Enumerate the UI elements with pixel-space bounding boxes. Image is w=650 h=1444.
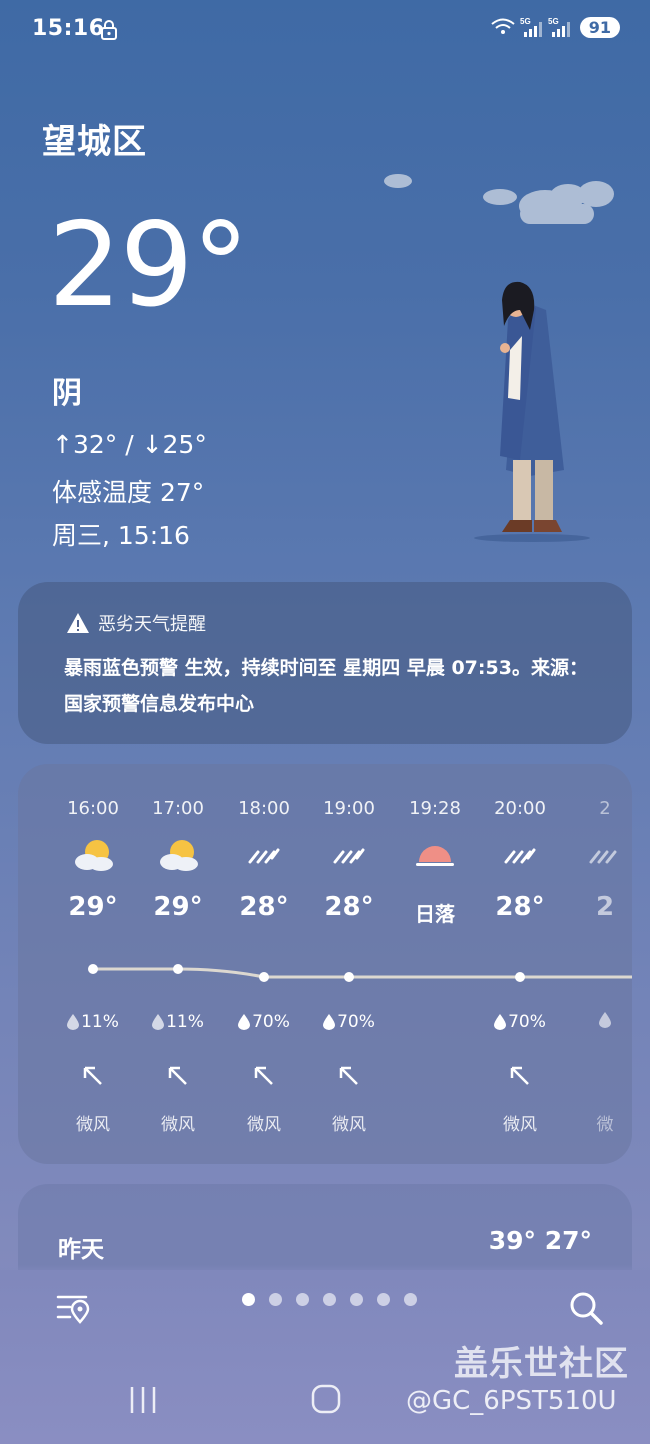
hour-time: 17:00 (152, 798, 204, 819)
high-low-temperature: ↑32° / ↓25° (52, 430, 207, 459)
weather-illustration (384, 174, 614, 542)
wind-direction-icon (168, 1066, 187, 1085)
alert-text: 暴雨蓝色预警 生效，持续时间至 星期四 早晨 07:53。来源：国家预警信息发布… (64, 657, 588, 715)
signal-5g-icon: 5G (520, 17, 542, 37)
hour-time: 2 (599, 798, 611, 819)
weather-alert-card[interactable]: 恶劣天气提醒 暴雨蓝色预警 生效，持续时间至 星期四 早晨 07:53。来源：国… (18, 582, 632, 744)
hour-temperature: 29° (68, 892, 118, 922)
svg-text:5G: 5G (548, 17, 559, 26)
page-dot[interactable] (350, 1293, 363, 1306)
person-illustration (500, 281, 564, 532)
hour-time: 19:28 (409, 798, 461, 819)
sunset-label: 日落 (415, 902, 455, 926)
location-list-icon[interactable] (56, 1292, 92, 1324)
raindrop-icon (238, 1014, 251, 1030)
hour-precipitation: 70% (306, 1012, 392, 1032)
hour-precipitation: 11% (50, 1012, 136, 1032)
watermark-text: 盖乐世社区 (454, 1344, 629, 1384)
sunset-icon (416, 846, 454, 866)
rain-icon (504, 848, 536, 864)
precipitation-value: 70% (508, 1012, 546, 1032)
hour-time: 16:00 (67, 798, 119, 819)
hour-time: 19:00 (323, 798, 375, 819)
hour-time: 18:00 (238, 798, 290, 819)
wind-direction-icon (254, 1066, 273, 1085)
precipitation-value: 11% (166, 1012, 204, 1032)
precipitation-value: 11% (81, 1012, 119, 1032)
current-temperature: 29° (48, 198, 250, 333)
hour-time: 20:00 (494, 798, 546, 819)
raindrop-icon (494, 1014, 507, 1030)
hour-wind: 微风 (247, 1115, 281, 1135)
wifi-icon (491, 18, 515, 34)
raindrop-icon (599, 1012, 611, 1028)
wind-direction-icon (83, 1066, 102, 1085)
hour-temperature: 2 (595, 892, 615, 922)
sun-cloud-icon (75, 840, 113, 871)
raindrop-icon (323, 1014, 336, 1030)
current-datetime: 周三, 15:16 (52, 521, 190, 550)
battery-indicator: 91 (579, 16, 620, 38)
search-icon[interactable] (568, 1290, 604, 1326)
raindrop-icon (152, 1014, 165, 1030)
yesterday-temperatures: 39° 27° (488, 1226, 592, 1255)
svg-text:5G: 5G (520, 17, 531, 26)
hour-temperature: 28° (324, 892, 374, 922)
hour-wind: 微 (596, 1115, 614, 1135)
weather-condition: 阴 (52, 376, 82, 411)
hour-wind: 微风 (161, 1115, 195, 1135)
alert-title: 恶劣天气提醒 (98, 614, 206, 635)
hour-temperature: 28° (239, 892, 289, 922)
hour-precipitation (562, 1012, 632, 1028)
hour-wind: 微风 (76, 1115, 110, 1135)
home-button[interactable] (311, 1384, 341, 1414)
hour-wind: 微风 (332, 1115, 366, 1135)
yesterday-label: 昨天 (58, 1237, 104, 1263)
rain-icon (248, 848, 280, 864)
feels-like-temperature: 体感温度 27° (52, 478, 205, 507)
hour-precipitation: 70% (221, 1012, 307, 1032)
page-dot[interactable] (323, 1293, 336, 1306)
wind-direction-icon (510, 1066, 529, 1085)
status-icons: 5G 5G 91 (490, 16, 620, 38)
recent-apps-button[interactable] (128, 1385, 158, 1415)
page-dot[interactable] (269, 1293, 282, 1306)
hourly-forecast-card[interactable]: 16:00 29° 11% 微风 17:00 29° 11% 微风 18:00 … (18, 764, 632, 1164)
precipitation-value: 70% (337, 1012, 375, 1032)
temperature-curve (88, 964, 632, 982)
precipitation-value: 70% (252, 1012, 290, 1032)
cloud-icon (384, 174, 614, 224)
page-dot[interactable] (242, 1293, 255, 1306)
page-dot[interactable] (377, 1293, 390, 1306)
signal-5g-icon-2: 5G (548, 17, 570, 37)
hour-precipitation: 70% (477, 1012, 563, 1032)
page-indicator[interactable] (242, 1293, 417, 1306)
hour-temperature: 28° (495, 892, 545, 922)
rain-icon (333, 848, 365, 864)
page-dot[interactable] (296, 1293, 309, 1306)
warning-icon (67, 613, 89, 633)
page-dot[interactable] (404, 1293, 417, 1306)
watermark-handle: @GC_6PST510U (406, 1386, 617, 1416)
hour-precipitation: 11% (135, 1012, 221, 1032)
location-name[interactable]: 望城区 (42, 114, 147, 163)
wind-direction-icon (339, 1066, 358, 1085)
status-time: 15:16 (32, 16, 105, 41)
lock-icon (101, 20, 117, 40)
hour-wind: 微风 (503, 1115, 537, 1135)
hour-temperature: 29° (153, 892, 203, 922)
raindrop-icon (67, 1014, 80, 1030)
alert-header: 恶劣天气提醒 (66, 610, 206, 636)
rain-icon (589, 850, 617, 864)
sun-cloud-icon (160, 840, 198, 871)
